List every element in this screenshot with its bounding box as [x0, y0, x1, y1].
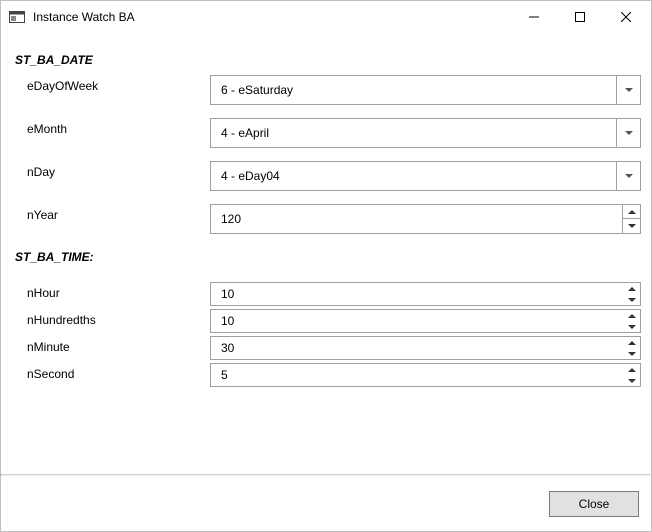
spinner-buttons	[622, 205, 640, 233]
row-emonth: eMonth 4 - eApril	[15, 118, 641, 148]
caret-down-icon	[628, 379, 636, 383]
row-nhour: nHour 10	[15, 282, 641, 306]
window-root: Instance Watch BA ST_BA_DATE eDayOfWeek …	[0, 0, 652, 532]
label-nsecond: nSecond	[15, 363, 210, 387]
spinner-value: 120	[221, 212, 622, 226]
label-nhundredths: nHundredths	[15, 309, 210, 333]
spinner-down-button[interactable]	[624, 294, 640, 305]
spinner-up-button[interactable]	[624, 310, 640, 321]
dropdown-nday[interactable]: 4 - eDay04	[210, 161, 641, 191]
spinner-buttons	[624, 364, 640, 386]
caret-down-icon	[628, 224, 636, 228]
row-nsecond: nSecond 5	[15, 363, 641, 387]
dropdown-value: 4 - eApril	[221, 126, 616, 140]
caret-up-icon	[628, 368, 636, 372]
spinner-buttons	[624, 283, 640, 305]
spinner-buttons	[624, 337, 640, 359]
spinner-up-button[interactable]	[623, 205, 640, 219]
spinner-nminute[interactable]: 30	[210, 336, 641, 360]
chevron-down-icon	[625, 88, 633, 92]
caret-up-icon	[628, 341, 636, 345]
section-title-date: ST_BA_DATE	[15, 53, 641, 67]
footer: Close	[1, 476, 651, 531]
dropdown-value: 6 - eSaturday	[221, 83, 616, 97]
caret-down-icon	[628, 352, 636, 356]
label-nhour: nHour	[15, 282, 210, 306]
dropdown-button[interactable]	[616, 76, 640, 104]
caret-up-icon	[628, 314, 636, 318]
spinner-up-button[interactable]	[624, 283, 640, 294]
dropdown-button[interactable]	[616, 119, 640, 147]
spinner-value: 10	[221, 314, 624, 328]
dropdown-value: 4 - eDay04	[221, 169, 616, 183]
row-nminute: nMinute 30	[15, 336, 641, 360]
close-button[interactable]: Close	[549, 491, 639, 517]
spinner-down-button[interactable]	[624, 321, 640, 332]
close-button-label: Close	[579, 497, 610, 511]
section-title-time: ST_BA_TIME:	[15, 250, 641, 264]
caret-down-icon	[628, 298, 636, 302]
window-controls	[511, 1, 649, 33]
title-bar: Instance Watch BA	[1, 1, 651, 33]
close-window-button[interactable]	[603, 1, 649, 33]
dropdown-button[interactable]	[616, 162, 640, 190]
row-edayofweek: eDayOfWeek 6 - eSaturday	[15, 75, 641, 105]
row-nday: nDay 4 - eDay04	[15, 161, 641, 191]
content-area: ST_BA_DATE eDayOfWeek 6 - eSaturday eMon…	[1, 33, 651, 474]
spinner-value: 10	[221, 287, 624, 301]
label-nyear: nYear	[15, 204, 210, 234]
dropdown-emonth[interactable]: 4 - eApril	[210, 118, 641, 148]
spinner-up-button[interactable]	[624, 337, 640, 348]
label-nday: nDay	[15, 161, 210, 191]
caret-up-icon	[628, 210, 636, 214]
minimize-button[interactable]	[511, 1, 557, 33]
caret-up-icon	[628, 287, 636, 291]
app-icon	[9, 9, 25, 25]
spinner-value: 30	[221, 341, 624, 355]
spinner-nsecond[interactable]: 5	[210, 363, 641, 387]
caret-down-icon	[628, 325, 636, 329]
maximize-icon	[575, 12, 585, 22]
spinner-down-button[interactable]	[624, 348, 640, 359]
dropdown-edayofweek[interactable]: 6 - eSaturday	[210, 75, 641, 105]
spinner-nhour[interactable]: 10	[210, 282, 641, 306]
spinner-up-button[interactable]	[624, 364, 640, 375]
chevron-down-icon	[625, 174, 633, 178]
spinner-down-button[interactable]	[623, 219, 640, 233]
row-nhundredths: nHundredths 10	[15, 309, 641, 333]
spinner-buttons	[624, 310, 640, 332]
maximize-button[interactable]	[557, 1, 603, 33]
label-nminute: nMinute	[15, 336, 210, 360]
row-nyear: nYear 120	[15, 204, 641, 234]
window-title: Instance Watch BA	[33, 10, 511, 24]
spinner-nhundredths[interactable]: 10	[210, 309, 641, 333]
spinner-value: 5	[221, 368, 624, 382]
label-edayofweek: eDayOfWeek	[15, 75, 210, 105]
chevron-down-icon	[625, 131, 633, 135]
minimize-icon	[529, 12, 539, 22]
label-emonth: eMonth	[15, 118, 210, 148]
spinner-nyear[interactable]: 120	[210, 204, 641, 234]
spinner-down-button[interactable]	[624, 375, 640, 386]
close-icon	[621, 12, 631, 22]
